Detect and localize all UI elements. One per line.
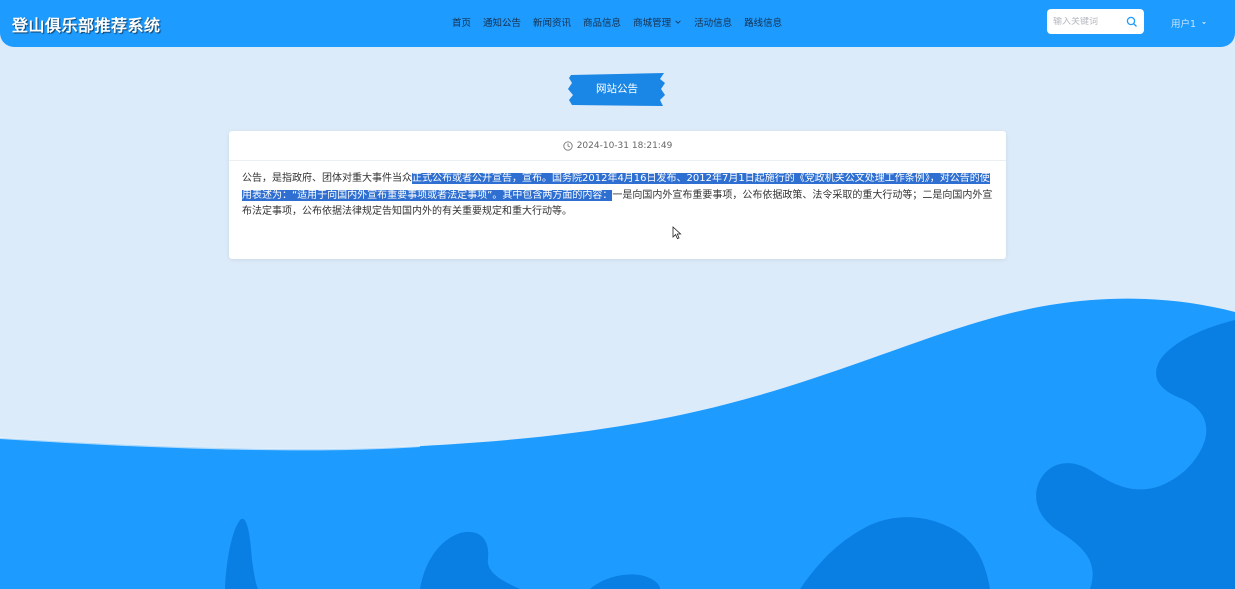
notice-card: 2024-10-31 18:21:49 公告，是指政府、团体对重大事件当众正式公… [229,131,1006,259]
nav-item-products[interactable]: 商品信息 [583,15,621,29]
page-title: 网站公告 [596,83,638,95]
mouse-cursor-icon [672,226,682,240]
user-label: 用户1 [1171,19,1197,30]
notice-meta: 2024-10-31 18:21:49 [229,131,1006,161]
site-title[interactable]: 登山俱乐部推荐系统 [12,12,161,36]
notice-text-start: 公告，是指政府、团体对重大事件当众 [242,173,412,184]
search-input[interactable] [1053,16,1123,27]
nav-item-notices[interactable]: 通知公告 [483,15,521,29]
nav-item-activities[interactable]: 活动信息 [694,15,732,29]
chevron-down-icon [1202,22,1207,25]
user-menu[interactable]: 用户1 [1171,16,1208,30]
notice-content: 公告，是指政府、团体对重大事件当众正式公布或者公开宣告，宣布。国务院2012年4… [229,161,1006,231]
chevron-down-icon [675,20,681,24]
main-nav: 首页 通知公告 新闻资讯 商品信息 商城管理 活动信息 路线信息 [452,15,782,29]
page-title-badge: 网站公告 [568,73,666,106]
search-icon[interactable] [1126,16,1138,28]
search-box [1047,9,1144,34]
clock-icon [563,140,573,151]
nav-item-shop-management[interactable]: 商城管理 [633,15,682,29]
nav-item-routes[interactable]: 路线信息 [744,15,782,29]
nav-item-home[interactable]: 首页 [452,15,471,29]
notice-timestamp: 2024-10-31 18:21:49 [576,140,673,151]
nav-item-news[interactable]: 新闻资讯 [533,15,571,29]
top-header: 登山俱乐部推荐系统 首页 通知公告 新闻资讯 商品信息 商城管理 活动信息 路线… [0,0,1235,47]
